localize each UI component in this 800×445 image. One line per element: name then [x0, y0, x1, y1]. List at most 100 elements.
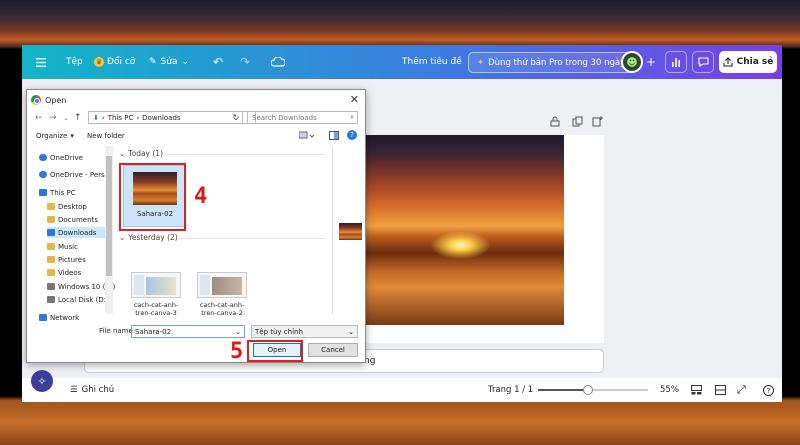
- chevron-down-icon: ⌄: [235, 327, 241, 336]
- new-folder-button[interactable]: New folder: [87, 132, 125, 140]
- notes-icon: ☰: [70, 385, 78, 395]
- sidebar-item-label: Music: [58, 242, 78, 251]
- cloud-icon: [39, 171, 47, 178]
- sidebar-item-pictures[interactable]: Pictures: [47, 254, 86, 265]
- organize-label: Organize: [36, 132, 68, 140]
- star-icon: ✦: [477, 57, 485, 68]
- step4-highlight-box: [119, 163, 186, 231]
- close-icon[interactable]: ✕: [350, 93, 359, 106]
- file-item[interactable]: cach-cat-anh-tren-canva-3: [126, 272, 186, 317]
- file-thumbnail: [197, 272, 247, 298]
- sidebar-item-label: Desktop: [58, 202, 87, 211]
- fullscreen-icon[interactable]: ⤢: [737, 378, 746, 402]
- page-indicator[interactable]: Trang 1 / 1: [488, 378, 533, 402]
- group-divider: [179, 238, 325, 239]
- file-name: cach-cat-anh-tren-canva-2: [199, 301, 245, 317]
- group-today-label: Today (1): [128, 149, 163, 158]
- file-menu-button[interactable]: Tệp: [66, 45, 83, 79]
- zoom-slider[interactable]: [538, 385, 648, 395]
- file-type-select[interactable]: Tệp tùy chỉnh ⌄: [251, 325, 358, 338]
- download-icon: [47, 229, 55, 236]
- comment-button[interactable]: [692, 51, 714, 73]
- breadcrumb-downloads[interactable]: Downloads: [142, 114, 180, 122]
- share-button[interactable]: Chia sẻ: [719, 51, 777, 73]
- duplicate-page-icon[interactable]: [572, 116, 584, 128]
- sidebar-item-downloads[interactable]: Downloads: [47, 227, 111, 238]
- search-input[interactable]: Search Downloads ⌕: [247, 111, 358, 124]
- edit-menu-button[interactable]: ✎ Sửa ⌄: [149, 45, 189, 79]
- notes-button[interactable]: ☰ Ghi chú: [70, 378, 114, 402]
- up-icon[interactable]: ↑: [74, 113, 82, 123]
- folder-icon: [47, 216, 55, 223]
- bar-chart-icon: [672, 58, 680, 67]
- lock-icon[interactable]: [550, 116, 562, 128]
- sidebar-item-label: This PC: [50, 188, 76, 197]
- chevron-down-icon: ⌄: [181, 57, 190, 67]
- share-icon: [723, 57, 733, 67]
- chevron-down-icon[interactable]: ⌄: [63, 114, 69, 122]
- search-icon: ⌕: [350, 113, 354, 121]
- sidebar-item-videos[interactable]: Videos: [47, 267, 81, 278]
- chevron-down-icon: ⌄: [119, 233, 126, 242]
- step5-highlight-box: [247, 340, 303, 362]
- file-thumbnail: [131, 272, 181, 298]
- back-icon[interactable]: ←: [35, 113, 43, 123]
- preview-image: [339, 223, 362, 240]
- resize-button[interactable]: ♛ Đổi cỡ: [94, 45, 135, 79]
- scrollbar-thumb[interactable]: [106, 156, 112, 276]
- organize-button[interactable]: Organize ▾: [36, 132, 74, 140]
- avatar[interactable]: ☻: [621, 51, 643, 73]
- sidebar-item-local-disk-d[interactable]: Local Disk (D:): [47, 294, 109, 305]
- cloud-save-icon[interactable]: [271, 45, 285, 79]
- sidebar-item-documents[interactable]: Documents: [47, 214, 98, 225]
- file-name-row: File name: Sahara-02 ⌄ Tệp tùy chỉnh ⌄: [27, 324, 365, 338]
- forward-icon[interactable]: →: [49, 113, 57, 123]
- file-item[interactable]: cach-cat-anh-tren-canva-2: [192, 272, 252, 317]
- add-page-icon[interactable]: [592, 116, 604, 128]
- group-yesterday[interactable]: ⌄ Yesterday (2): [119, 233, 178, 242]
- video-icon: [47, 269, 55, 276]
- dialog-toolbar: Organize ▾ New folder ?: [27, 129, 365, 145]
- group-divider: [165, 154, 325, 155]
- zoom-level[interactable]: 55%: [660, 378, 679, 402]
- insights-button[interactable]: [665, 51, 687, 73]
- view-options-icon[interactable]: [298, 131, 315, 142]
- refresh-icon[interactable]: ↻: [230, 111, 243, 124]
- breadcrumb-this-pc[interactable]: This PC: [108, 114, 134, 122]
- desert-photo[interactable]: [365, 135, 564, 325]
- undo-icon[interactable]: ↶: [213, 45, 223, 79]
- grid-view-icon[interactable]: [691, 378, 702, 402]
- sidebar-item-network[interactable]: Network: [39, 312, 79, 323]
- navigation-pane: OneDrive OneDrive - Person This PC Desktop D…: [27, 146, 115, 322]
- sidebar-item-onedrive[interactable]: OneDrive: [39, 152, 83, 163]
- group-today[interactable]: ⌄ Today (1): [119, 149, 163, 158]
- zoom-slider-knob[interactable]: [582, 385, 593, 395]
- help-icon[interactable]: ?: [347, 130, 357, 140]
- chevron-down-icon: ▾: [70, 132, 74, 140]
- trial-label: Dùng thử bản Pro trong 30 ngày: [488, 57, 626, 68]
- pro-trial-button[interactable]: ✦ Dùng thử bản Pro trong 30 ngày: [468, 52, 635, 73]
- sidebar-item-desktop[interactable]: Desktop: [47, 201, 87, 212]
- magic-assistant-icon[interactable]: ✧: [31, 370, 53, 392]
- navigation-scrollbar[interactable]: [105, 146, 113, 314]
- chevron-down-icon: ⌄: [348, 327, 354, 336]
- preview-pane-icon[interactable]: [329, 131, 339, 142]
- notes-label: Ghi chú: [81, 385, 115, 395]
- pages-icon[interactable]: [715, 378, 726, 402]
- sidebar-item-music[interactable]: Music: [47, 241, 78, 252]
- add-title-button[interactable]: Thêm tiêu đề: [402, 45, 462, 79]
- edit-label: Sửa: [160, 57, 178, 67]
- sidebar-item-onedrive-person[interactable]: OneDrive - Person: [39, 169, 113, 180]
- drive-icon: [47, 283, 55, 290]
- file-name-input[interactable]: Sahara-02 ⌄: [131, 325, 245, 338]
- cloud-icon: [39, 154, 47, 161]
- cancel-button[interactable]: Cancel: [308, 343, 358, 357]
- sidebar-item-this-pc[interactable]: This PC: [39, 187, 76, 198]
- menu-icon[interactable]: [36, 45, 46, 79]
- drive-icon: [47, 296, 55, 303]
- sidebar-item-label: Local Disk (D:): [58, 295, 109, 304]
- redo-icon[interactable]: ↷: [240, 45, 250, 79]
- plus-icon[interactable]: +: [646, 45, 656, 79]
- file-name-label: File name:: [99, 327, 136, 335]
- help-icon[interactable]: ?: [763, 378, 774, 402]
